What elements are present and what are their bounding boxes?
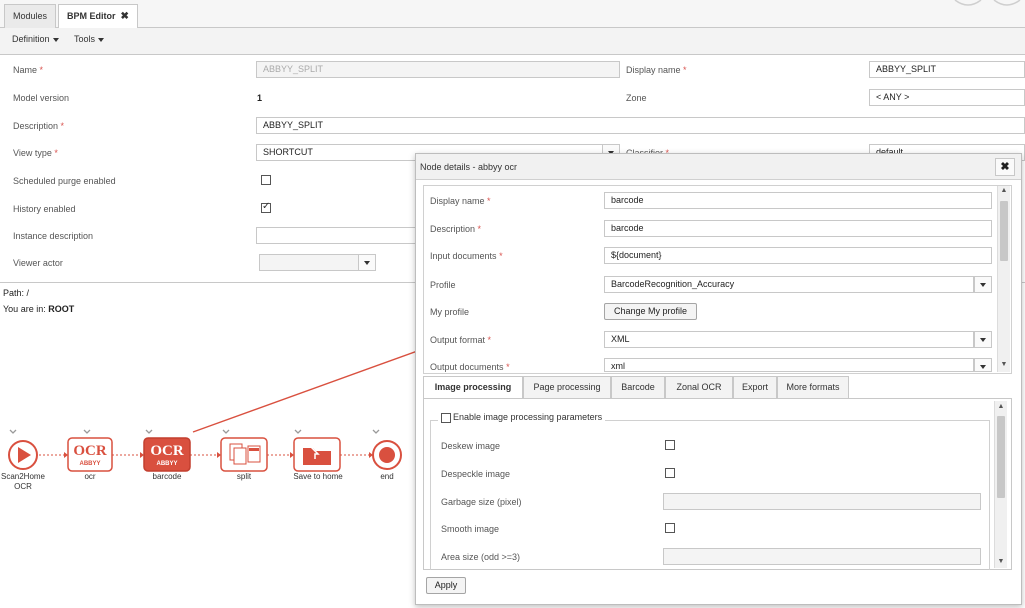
dlg-output-format-select[interactable]: XML <box>604 331 974 348</box>
area-size-field[interactable] <box>663 548 981 565</box>
scroll-down-icon[interactable]: ▼ <box>999 361 1009 368</box>
dlg-profile-select[interactable]: BarcodeRecognition_Accuracy <box>604 276 974 293</box>
dlg-output-documents-dropdown-button[interactable] <box>974 358 992 372</box>
dialog-header: Node details - abbyy ocr ✖ <box>416 154 1021 180</box>
scroll-up-icon[interactable]: ▲ <box>999 187 1009 194</box>
tab-barcode[interactable]: Barcode <box>611 376 665 399</box>
smooth-image-label: Smooth image <box>441 524 500 534</box>
scrollbar-thumb[interactable] <box>1000 201 1008 261</box>
enable-image-processing-checkbox[interactable] <box>441 412 451 423</box>
inner-tab-bar: Image processing Page processing Barcode… <box>423 376 1012 399</box>
smooth-image-checkbox[interactable] <box>665 523 675 533</box>
dlg-input-documents-label: Input documents * <box>430 251 503 261</box>
scroll-up-icon[interactable]: ▲ <box>996 403 1006 410</box>
deskew-checkbox[interactable] <box>665 440 675 450</box>
enable-image-processing-legend: Enable image processing parameters <box>438 412 606 423</box>
deskew-label: Deskew image <box>441 441 501 451</box>
dlg-output-documents-select[interactable]: xml <box>604 358 974 372</box>
tab-page-processing[interactable]: Page processing <box>523 376 611 399</box>
dlg-my-profile-label: My profile <box>430 307 470 317</box>
dlg-description-field[interactable]: barcode <box>604 220 992 237</box>
dlg-profile-label: Profile <box>430 280 456 290</box>
dialog-close-button[interactable]: ✖ <box>995 158 1015 176</box>
dlg-output-format-label: Output format * <box>430 335 492 345</box>
dlg-display-name-field[interactable]: barcode <box>604 192 992 209</box>
garbage-size-label: Garbage size (pixel) <box>441 497 522 507</box>
dlg-profile-dropdown-button[interactable] <box>974 276 992 293</box>
change-my-profile-button[interactable]: Change My profile <box>604 303 697 320</box>
dialog-title: Node details - abbyy ocr <box>420 162 518 172</box>
dlg-output-documents-label: Output documents * <box>430 362 510 372</box>
scroll-down-icon[interactable]: ▼ <box>996 558 1006 565</box>
dlg-output-format-dropdown-button[interactable] <box>974 331 992 348</box>
garbage-size-field[interactable] <box>663 493 981 510</box>
tab-zonal-ocr[interactable]: Zonal OCR <box>665 376 733 399</box>
image-processing-scrollbar[interactable]: ▲ ▼ <box>994 401 1007 568</box>
despeckle-label: Despeckle image <box>441 469 511 479</box>
dlg-description-label: Description * <box>430 224 482 234</box>
apply-button[interactable]: Apply <box>426 577 466 594</box>
dlg-input-documents-field[interactable]: ${document} <box>604 247 992 264</box>
properties-scrollbar[interactable]: ▲ ▼ <box>997 186 1010 372</box>
despeckle-checkbox[interactable] <box>665 468 675 478</box>
tab-more-formats[interactable]: More formats <box>777 376 849 399</box>
enable-image-processing-label: Enable image processing parameters <box>453 412 603 422</box>
node-details-dialog: Node details - abbyy ocr ✖ Display name … <box>415 153 1022 605</box>
area-size-label: Area size (odd >=3) <box>441 552 521 562</box>
tab-image-processing[interactable]: Image processing <box>423 376 523 399</box>
scrollbar-thumb[interactable] <box>997 416 1005 498</box>
dlg-display-name-label: Display name * <box>430 196 491 206</box>
tab-export[interactable]: Export <box>733 376 777 399</box>
